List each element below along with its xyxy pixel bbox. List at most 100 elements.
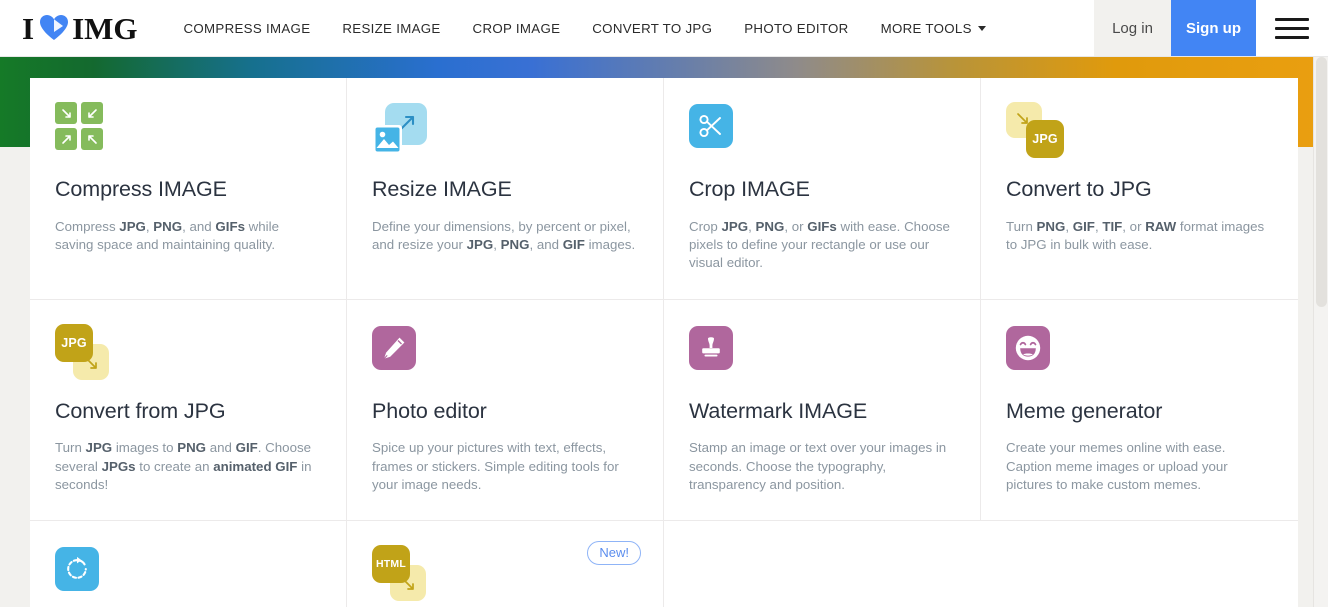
tool-description: Turn JPG images to PNG and GIF. Choose s… — [55, 440, 312, 492]
tool-title: Convert from JPG — [55, 398, 226, 423]
tool-card-crop-image[interactable]: Crop IMAGE Crop JPG, PNG, or GIFs with e… — [664, 78, 981, 300]
desc-highlight: PNG — [500, 236, 530, 252]
desc-highlight: JPG — [85, 440, 113, 456]
login-button[interactable]: Log in — [1094, 0, 1171, 56]
format-label: JPG — [61, 335, 87, 350]
tool-card-meme-generator[interactable]: Meme generator Create your memes online … — [981, 299, 1298, 522]
crop-tile — [689, 104, 733, 148]
tool-description: Turn PNG, GIF, TIF, or RAW format images… — [1006, 218, 1265, 252]
tool-card-compress-image[interactable]: Compress IMAGE Compress JPG, PNG, and GI… — [30, 78, 347, 300]
tool-description: Spice up your pictures with text, effect… — [372, 440, 619, 492]
tool-description: Define your dimensions, by percent or pi… — [372, 218, 636, 252]
chevron-down-icon — [977, 25, 986, 31]
tool-card-watermark-image[interactable]: Watermark IMAGE Stamp an image or text o… — [664, 299, 981, 522]
logo[interactable]: I IMG — [0, 0, 138, 56]
desc-highlight: GIFs — [215, 218, 245, 234]
convert-target-square: JPG — [1026, 120, 1064, 158]
desc-highlight: PNG — [177, 440, 207, 456]
grid-empty-cell — [981, 521, 1298, 607]
pencil-icon — [372, 324, 428, 380]
grid-empty-cell — [664, 521, 981, 607]
page-body: Compress IMAGE Compress JPG, PNG, and GI… — [0, 57, 1328, 607]
tool-card-convert-to-jpg[interactable]: JPG Convert to JPG Turn PNG, GIF, TIF, o… — [981, 78, 1298, 300]
compress-square-tr — [81, 102, 103, 124]
logo-text: I IMG — [22, 13, 138, 44]
compress-square-bl — [55, 128, 77, 150]
nav-photo-editor[interactable]: PHOTO EDITOR — [728, 0, 864, 56]
nav-more-tools-label: MORE TOOLS — [880, 20, 972, 36]
desc-highlight: GIF — [562, 236, 585, 252]
format-label: HTML — [376, 558, 406, 571]
nav-convert-to-jpg[interactable]: CONVERT TO JPG — [576, 0, 728, 56]
desc-highlight: JPGs — [101, 458, 136, 474]
tool-card-convert-from-jpg[interactable]: JPG Convert from JPG Turn JPG images to … — [30, 299, 347, 522]
html-source-square: HTML — [372, 545, 410, 584]
meme-tile — [1006, 325, 1050, 370]
desc-highlight: JPG — [721, 218, 749, 234]
nav-compress-image[interactable]: COMPRESS IMAGE — [184, 0, 327, 56]
photo-editor-tile — [372, 325, 416, 370]
header-actions: Log in Sign up — [1094, 0, 1328, 56]
tool-description: Create your memes online with ease. Capt… — [1006, 440, 1228, 492]
desc-highlight: JPG — [119, 218, 146, 234]
desc-highlight: GIFs — [807, 218, 837, 234]
site-header: I IMG COMPRESS IMAGE RESIZE IMAGE CROP I… — [0, 0, 1328, 57]
compress-square-br — [81, 128, 103, 150]
page-scrollbar[interactable] — [1313, 57, 1328, 607]
html-to-image-icon: HTML — [372, 545, 428, 602]
tool-description: Crop JPG, PNG, or GIFs with ease. Choose… — [689, 218, 950, 271]
desc-highlight: PNG — [755, 218, 785, 234]
convert-to-jpg-icon: JPG — [1006, 102, 1064, 158]
logo-prefix: I — [22, 10, 35, 46]
desc-highlight: RAW — [1145, 218, 1177, 234]
convert-from-jpg-icon: JPG — [55, 323, 111, 380]
tools-panel: Compress IMAGE Compress JPG, PNG, and GI… — [30, 78, 1298, 607]
tool-description: Stamp an image or text over your images … — [689, 440, 947, 492]
resize-expand-icon — [372, 102, 428, 158]
tool-title: Compress IMAGE — [55, 177, 227, 201]
nav-more-tools[interactable]: MORE TOOLS — [865, 0, 1002, 56]
tool-card-resize-image[interactable]: Resize IMAGE Define your dimensions, by … — [347, 78, 664, 300]
rotate-tile — [55, 547, 99, 592]
format-label: JPG — [1032, 132, 1058, 146]
compress-arrows-icon — [55, 102, 111, 158]
watermark-tile — [689, 325, 733, 370]
smiley-face-icon — [1006, 324, 1062, 380]
desc-highlight: animated GIF — [213, 458, 298, 474]
tool-title: Convert to JPG — [1006, 177, 1152, 201]
compress-square-tl — [55, 102, 77, 124]
desc-highlight: JPG — [466, 236, 494, 252]
hamburger-menu-icon[interactable] — [1256, 0, 1328, 56]
logo-suffix: IMG — [72, 10, 138, 46]
nav-crop-image[interactable]: CROP IMAGE — [457, 0, 577, 56]
tool-description: Compress JPG, PNG, and GIFs while saving… — [55, 218, 279, 252]
desc-highlight: GIF — [235, 440, 258, 456]
desc-highlight: GIF — [1072, 218, 1095, 234]
resize-image-thumb-icon — [372, 124, 403, 160]
tools-grid: Compress IMAGE Compress JPG, PNG, and GI… — [30, 78, 1298, 607]
hamburger-bar — [1275, 17, 1309, 21]
tool-title: Watermark IMAGE — [689, 398, 868, 423]
scrollbar-thumb[interactable] — [1316, 57, 1327, 307]
signup-button[interactable]: Sign up — [1171, 0, 1256, 56]
scissors-icon — [689, 102, 745, 158]
rotate-arrow-icon — [55, 545, 111, 601]
tool-card-html-to-image[interactable]: New! HTML HTML to IMAGE Convert webpages… — [347, 521, 664, 607]
hamburger-bar — [1275, 26, 1309, 30]
tool-card-rotate-image[interactable]: Rotate IMAGE Rotate many images JPG, PNG… — [30, 521, 347, 607]
tool-title: Meme generator — [1006, 398, 1163, 423]
nav-resize-image[interactable]: RESIZE IMAGE — [326, 0, 456, 56]
tool-card-photo-editor[interactable]: Photo editor Spice up your pictures with… — [347, 299, 664, 522]
main-navigation: COMPRESS IMAGE RESIZE IMAGE CROP IMAGE C… — [184, 0, 1002, 56]
heart-icon — [39, 14, 69, 42]
desc-highlight: PNG — [153, 218, 183, 234]
stamp-icon — [689, 324, 745, 380]
tool-title: Photo editor — [372, 398, 487, 423]
convert-source-square: JPG — [55, 323, 93, 362]
tool-title: Resize IMAGE — [372, 177, 512, 201]
new-badge: New! — [587, 541, 641, 566]
desc-highlight: PNG — [1036, 218, 1066, 234]
tool-title: Crop IMAGE — [689, 177, 810, 201]
desc-highlight: TIF — [1102, 218, 1123, 234]
hamburger-bar — [1275, 35, 1309, 39]
